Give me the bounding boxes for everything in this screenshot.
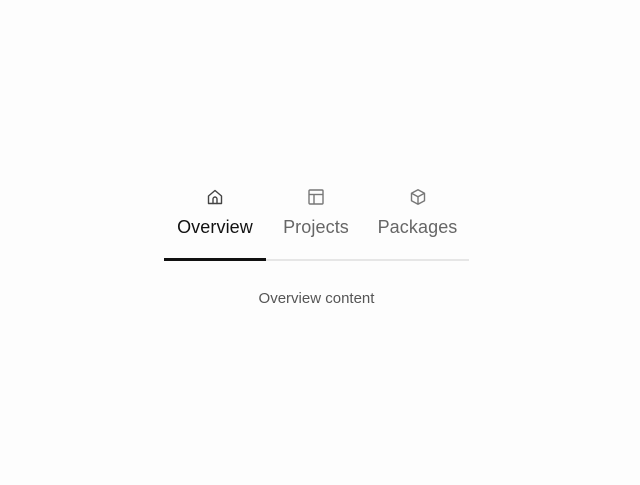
layout-icon	[306, 187, 326, 207]
home-icon	[205, 187, 225, 207]
tab-overview-label: Overview	[177, 217, 253, 237]
tab-overview[interactable]: Overview	[164, 180, 266, 261]
page: Overview Projects Packages Overview cont…	[0, 0, 640, 485]
tab-packages-label: Packages	[377, 217, 458, 237]
tab-projects[interactable]: Projects	[266, 180, 366, 259]
panel-content-text: Overview content	[258, 290, 375, 307]
box-icon	[408, 187, 428, 207]
tab-packages[interactable]: Packages	[366, 180, 469, 259]
tabs: Overview Projects Packages	[164, 180, 469, 261]
tab-projects-label: Projects	[283, 217, 349, 237]
tab-list: Overview Projects Packages	[164, 180, 469, 261]
tab-panel: Overview content	[164, 290, 469, 307]
